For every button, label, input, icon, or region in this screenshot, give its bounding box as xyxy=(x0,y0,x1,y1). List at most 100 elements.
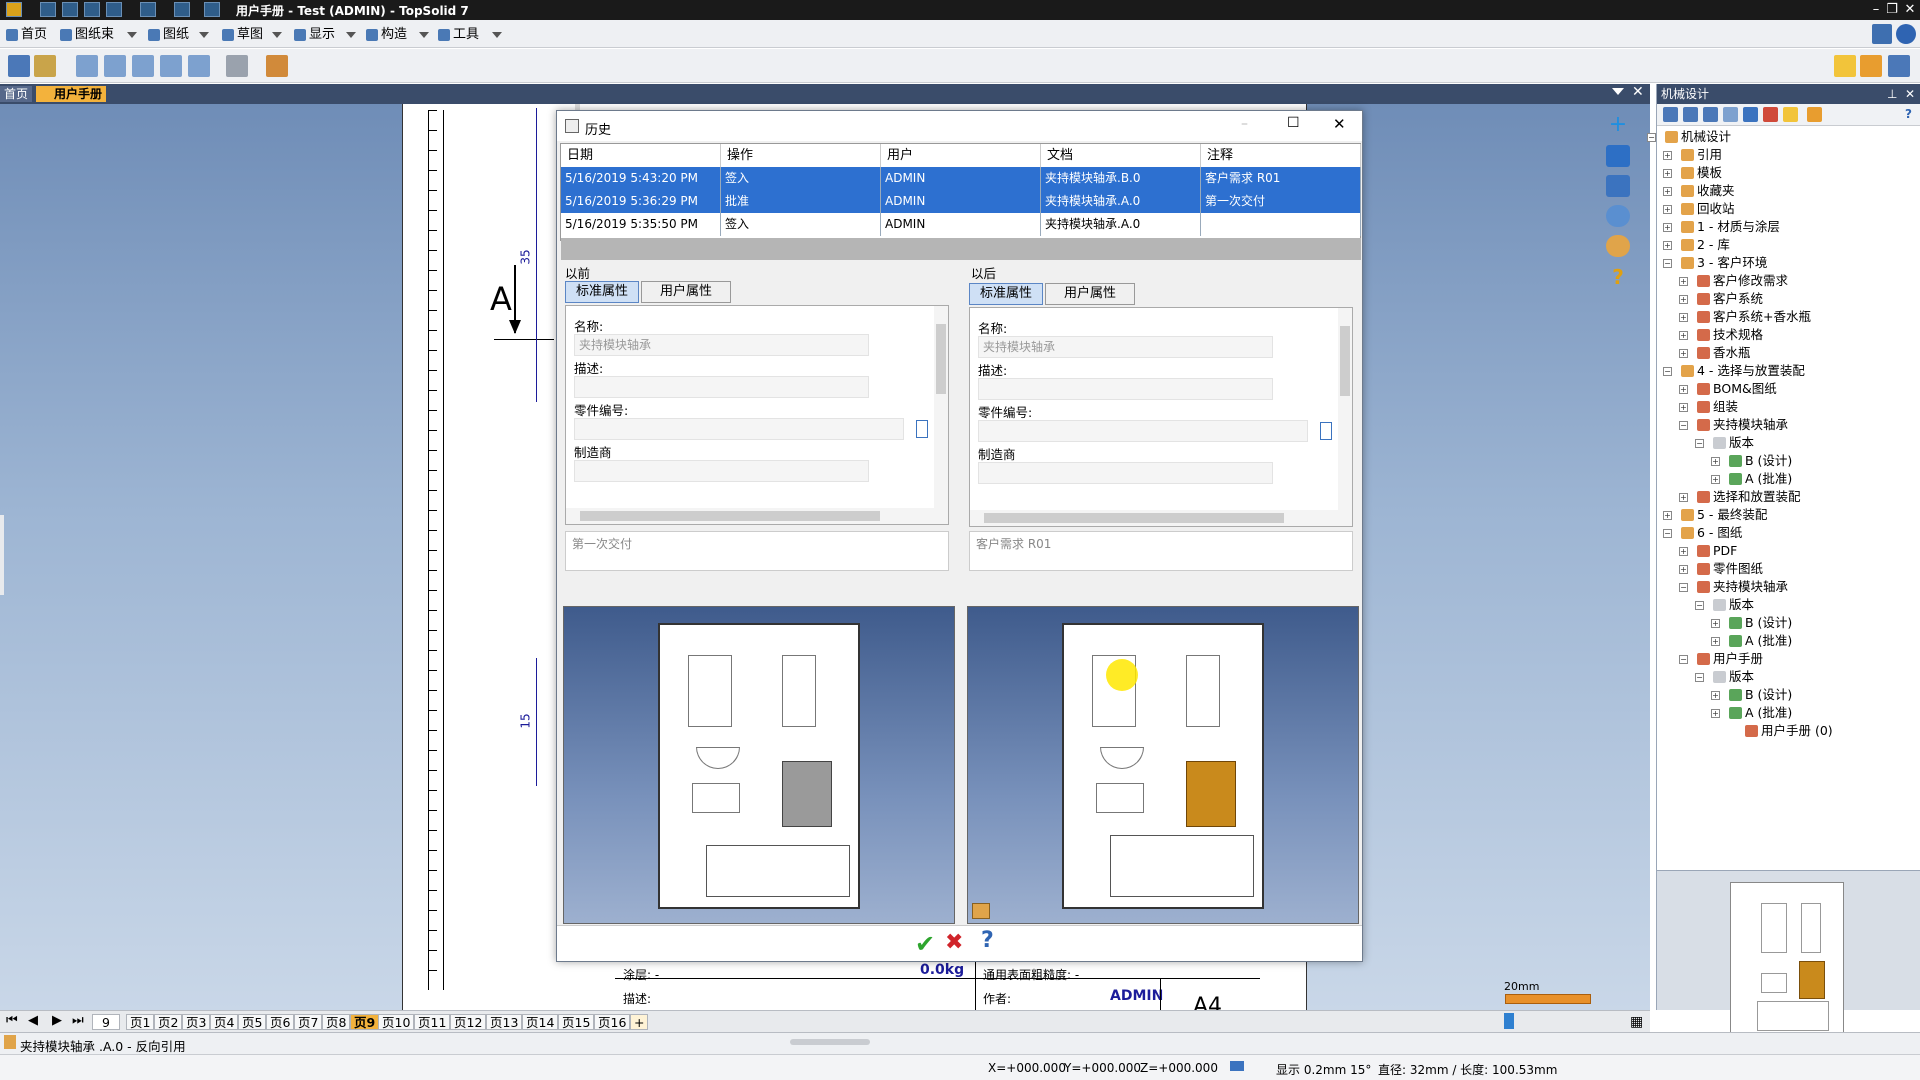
close-tab-icon[interactable]: ✕ xyxy=(1632,84,1644,100)
palette-icon[interactable] xyxy=(266,55,288,77)
tree-item[interactable]: 用户手册 (0) xyxy=(1745,722,1833,740)
expand-toggle[interactable]: − xyxy=(1679,421,1688,430)
render-icon[interactable] xyxy=(1606,235,1630,257)
col-document[interactable]: 文档 xyxy=(1041,144,1201,167)
first-page-button[interactable]: ⏮ xyxy=(6,1013,18,1028)
grid-view-icon[interactable]: ▦ xyxy=(1630,1014,1643,1030)
tree-item[interactable]: 5 - 最终装配 xyxy=(1681,506,1767,524)
page-tab[interactable]: 页1 xyxy=(126,1014,155,1030)
expand-toggle[interactable]: + xyxy=(1663,241,1672,250)
view-layout-icon[interactable] xyxy=(1606,145,1630,167)
tree-item[interactable]: 版本 xyxy=(1713,596,1754,614)
expand-toggle[interactable]: + xyxy=(1711,691,1720,700)
expand-toggle[interactable]: + xyxy=(1711,637,1720,646)
cancel-button[interactable]: ✖ xyxy=(945,930,963,955)
menu-tools[interactable]: 工具 xyxy=(436,26,479,44)
add-icon[interactable]: + xyxy=(1606,114,1630,137)
settings-icon[interactable] xyxy=(1872,24,1892,44)
undo-icon[interactable] xyxy=(106,2,122,17)
page-tab[interactable]: 页13 xyxy=(486,1014,523,1030)
drawing-mode-icon[interactable] xyxy=(8,55,30,77)
flag-icon[interactable] xyxy=(1763,107,1778,122)
expand-toggle[interactable]: − xyxy=(1663,367,1672,376)
tree-item[interactable]: 零件图纸 xyxy=(1697,560,1763,578)
tree-item[interactable]: 客户修改需求 xyxy=(1697,272,1788,290)
expand-toggle[interactable]: − xyxy=(1679,655,1688,664)
tab-standard-properties[interactable]: 标准属性 xyxy=(565,281,639,303)
expand-toggle[interactable]: + xyxy=(1663,223,1672,232)
close-dialog-button[interactable]: ✕ xyxy=(1333,115,1346,133)
minimize-dialog-button[interactable]: – xyxy=(1241,116,1248,132)
last-page-button[interactable]: ⏭ xyxy=(72,1013,84,1028)
tree-item[interactable]: 3 - 客户环境 xyxy=(1681,254,1767,272)
chevron-down-icon[interactable] xyxy=(346,32,356,38)
restore-button[interactable]: ❐ xyxy=(1882,0,1902,20)
expand-toggle[interactable]: + xyxy=(1663,187,1672,196)
page-tab[interactable]: 页6 xyxy=(266,1014,295,1030)
redo-icon[interactable] xyxy=(140,2,156,17)
tree-item[interactable]: 夹持模块轴承 xyxy=(1697,578,1788,596)
menu-sketch[interactable]: 草图 xyxy=(220,26,263,44)
maximize-dialog-button[interactable]: ☐ xyxy=(1287,115,1300,131)
tab-user-manual[interactable]: 用户手册 xyxy=(36,86,107,102)
chevron-down-icon[interactable] xyxy=(492,32,502,38)
save-icon[interactable] xyxy=(40,2,56,17)
display-settings[interactable]: 显示 0.2mm 15° xyxy=(1276,1061,1371,1078)
expand-toggle[interactable]: + xyxy=(1663,169,1672,178)
horizontal-scrollbar[interactable] xyxy=(566,508,948,524)
status-reference[interactable]: 夹持模块轴承 .A.0 - 反向引用 xyxy=(20,1036,186,1055)
tab-home[interactable]: 首页 xyxy=(0,86,33,102)
col-note[interactable]: 注释 xyxy=(1201,144,1361,167)
tree-item[interactable]: 2 - 库 xyxy=(1681,236,1730,254)
tree-item[interactable]: 用户手册 xyxy=(1697,650,1763,668)
page-tab[interactable]: 页9 xyxy=(350,1014,380,1030)
tree-item[interactable]: B (设计) xyxy=(1729,686,1792,704)
folder-tree-icon[interactable] xyxy=(1683,107,1698,122)
new-project-icon[interactable] xyxy=(1663,107,1678,122)
tab-user-properties[interactable]: 用户属性 xyxy=(1045,283,1135,305)
next-page-button[interactable]: ▶ xyxy=(52,1013,62,1028)
zoom-icon[interactable] xyxy=(1606,205,1630,227)
tree-item[interactable]: B (设计) xyxy=(1729,452,1792,470)
col-operation[interactable]: 操作 xyxy=(721,144,881,167)
page-number-input[interactable]: 9 xyxy=(92,1014,120,1030)
arc-tool-icon[interactable] xyxy=(104,55,126,77)
help-icon[interactable] xyxy=(1896,24,1916,44)
expand-toggle[interactable]: + xyxy=(1711,475,1720,484)
expand-toggle[interactable]: + xyxy=(1663,205,1672,214)
expand-toggle[interactable]: + xyxy=(1663,511,1672,520)
expand-toggle[interactable]: − xyxy=(1695,439,1704,448)
page-tab[interactable]: 页11 xyxy=(414,1014,451,1030)
expand-toggle[interactable]: − xyxy=(1663,259,1672,268)
page-tab[interactable]: 页3 xyxy=(182,1014,211,1030)
tree-item[interactable]: 组装 xyxy=(1697,398,1738,416)
expand-toggle[interactable]: + xyxy=(1679,277,1688,286)
expand-toggle[interactable]: − xyxy=(1695,601,1704,610)
tree-item[interactable]: 模板 xyxy=(1681,164,1722,182)
tree-item[interactable]: 机械设计 xyxy=(1665,128,1731,146)
part-number-icon[interactable] xyxy=(1320,422,1332,440)
tree-item[interactable]: BOM&图纸 xyxy=(1697,380,1777,398)
tree-item[interactable]: A (批准) xyxy=(1729,632,1792,650)
tree-item[interactable]: B (设计) xyxy=(1729,614,1792,632)
page-tab[interactable]: 页10 xyxy=(378,1014,415,1030)
prev-page-button[interactable]: ◀ xyxy=(28,1013,38,1028)
close-window-button[interactable]: ✕ xyxy=(1900,0,1920,20)
refresh-icon[interactable] xyxy=(204,2,220,17)
expand-toggle[interactable]: − xyxy=(1647,133,1656,142)
tree-item[interactable]: 夹持模块轴承 xyxy=(1697,416,1788,434)
expand-toggle[interactable]: − xyxy=(1663,529,1672,538)
table-row[interactable]: 5/16/2019 5:43:20 PM 签入 ADMIN 夹持模块轴承.B.0 客户需… xyxy=(561,167,1361,190)
expand-toggle[interactable]: + xyxy=(1711,457,1720,466)
tree-item[interactable]: 技术规格 xyxy=(1697,326,1763,344)
zoom-slider-thumb[interactable] xyxy=(1504,1013,1514,1029)
expand-toggle[interactable]: + xyxy=(1679,349,1688,358)
page-tab[interactable]: 页16 xyxy=(594,1014,631,1030)
tree-item[interactable]: 客户系统+香水瓶 xyxy=(1697,308,1811,326)
tree-item[interactable]: 香水瓶 xyxy=(1697,344,1751,362)
tree-item[interactable]: A (批准) xyxy=(1729,704,1792,722)
menu-sheet-bundle[interactable]: 图纸束 xyxy=(58,26,114,44)
tree-item[interactable]: 回收站 xyxy=(1681,200,1735,218)
page-tab[interactable]: 页2 xyxy=(154,1014,183,1030)
app-icon[interactable] xyxy=(6,2,22,17)
